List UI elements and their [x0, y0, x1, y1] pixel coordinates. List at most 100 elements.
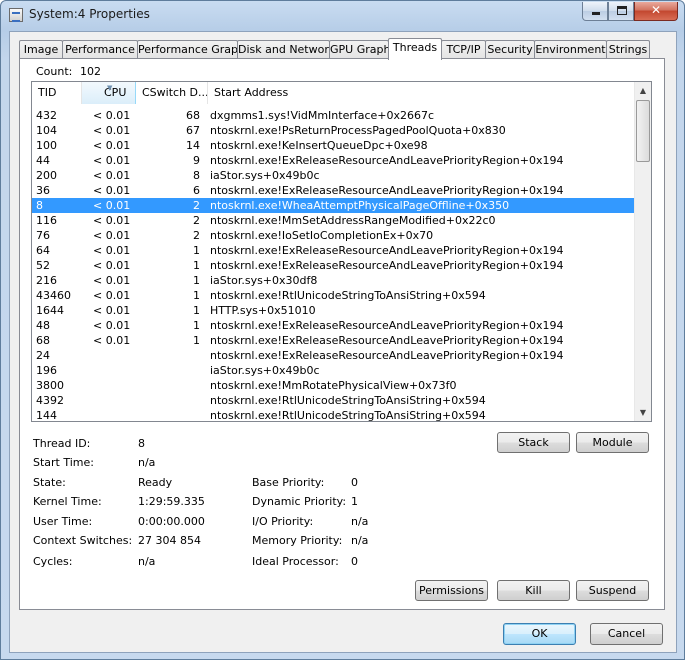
thread-row[interactable]: 432 < 0.01 68 dxgmms1.sys!VidMmInterface+0x… — [32, 108, 635, 123]
thread-start-address-cell: iaStor.sys+0x49b0c — [210, 364, 320, 377]
thread-tid-cell: 76 — [36, 229, 50, 242]
thread-tid-cell: 432 — [36, 109, 57, 122]
thread-id-label: Thread ID: — [33, 437, 91, 450]
count-value: 102 — [80, 65, 101, 78]
tab-performance[interactable]: Performance — [62, 40, 138, 59]
column-header-start-address[interactable]: Start Address — [208, 82, 635, 104]
close-button[interactable]: ✕ — [634, 2, 678, 21]
thread-id-value: 8 — [138, 437, 145, 450]
column-header-cswitch[interactable]: CSwitch D... — [136, 82, 208, 104]
thread-start-address-cell: ntoskrnl.exe!ExReleaseResourceAndLeavePr… — [210, 244, 564, 257]
thread-tid-cell: 116 — [36, 214, 57, 227]
thread-tid-cell: 8 — [36, 199, 43, 212]
thread-start-address-cell: ntoskrnl.exe!WheaAttemptPhysicalPageOffl… — [210, 199, 510, 212]
thread-tid-cell: 196 — [36, 364, 57, 377]
tab-environment[interactable]: Environment — [534, 40, 607, 59]
thread-row[interactable]: 100 < 0.01 14 ntoskrnl.exe!KeInsertQueueDpc… — [32, 138, 635, 153]
thread-row[interactable]: 48 < 0.01 1 ntoskrnl.exe!ExReleaseResourceA… — [32, 318, 635, 333]
thread-row[interactable]: 196 iaStor.sys+0x49b0c — [32, 363, 635, 378]
thread-tid-cell: 216 — [36, 274, 57, 287]
title-bar[interactable]: System:4 Properties ✕ — [1, 1, 684, 31]
thread-cswitch-cell: 1 — [193, 259, 200, 272]
thread-row[interactable]: 1644 < 0.01 1 HTTP.sys+0x51010 — [32, 303, 635, 318]
thread-row[interactable]: 8 < 0.01 2 ntoskrnl.exe!WheaAttemptPhysical… — [32, 198, 635, 213]
ideal-processor-value: 0 — [351, 555, 358, 568]
permissions-button[interactable]: Permissions — [415, 580, 488, 601]
thread-row[interactable]: 36 < 0.01 6 ntoskrnl.exe!ExReleaseResourceA… — [32, 183, 635, 198]
thread-start-address-cell: iaStor.sys+0x49b0c — [210, 169, 320, 182]
context-switches-label: Context Switches: — [33, 534, 133, 547]
stack-button[interactable]: Stack — [497, 432, 570, 453]
tab-disk-and-network[interactable]: Disk and Network — [237, 40, 335, 59]
thread-cswitch-cell: 1 — [193, 289, 200, 302]
properties-window: System:4 Properties ✕ Image Performance Pe… — [0, 0, 685, 660]
scroll-thumb[interactable] — [636, 100, 650, 162]
thread-cswitch-cell: 2 — [193, 214, 200, 227]
thread-row[interactable]: 24 ntoskrnl.exe!ExReleaseResourceAndLeave… — [32, 348, 635, 363]
vertical-scrollbar[interactable]: ▲ ▼ — [634, 82, 651, 421]
module-button[interactable]: Module — [576, 432, 649, 453]
ok-button[interactable]: OK — [503, 623, 576, 645]
thread-cswitch-cell: 1 — [193, 319, 200, 332]
tab-image[interactable]: Image — [19, 40, 63, 59]
thread-start-address-cell: ntoskrnl.exe!MmSetAddressRangeModified+0… — [210, 214, 496, 227]
thread-row[interactable]: 104 < 0.01 67 ntoskrnl.exe!PsReturnProcessP… — [32, 123, 635, 138]
thread-tid-cell: 4392 — [36, 394, 64, 407]
thread-row[interactable]: 68 < 0.01 1 ntoskrnl.exe!ExReleaseResourceA… — [32, 333, 635, 348]
thread-cswitch-cell: 6 — [193, 184, 200, 197]
thread-start-address-cell: ntoskrnl.exe!ExReleaseResourceAndLeavePr… — [210, 154, 564, 167]
thread-start-address-cell: ntoskrnl.exe!ExReleaseResourceAndLeavePr… — [210, 184, 564, 197]
thread-start-address-cell: ntoskrnl.exe!RtlUnicodeStringToAnsiStrin… — [210, 394, 486, 407]
window-title: System:4 Properties — [29, 7, 150, 21]
thread-tid-cell: 52 — [36, 259, 50, 272]
ideal-processor-label: Ideal Processor: — [252, 555, 339, 568]
state-label: State: — [33, 476, 66, 489]
close-icon: ✕ — [650, 3, 662, 17]
scroll-up-icon[interactable]: ▲ — [635, 82, 651, 99]
tab-strings[interactable]: Strings — [606, 40, 650, 59]
thread-cswitch-cell: 67 — [186, 124, 200, 137]
thread-cswitch-cell: 2 — [193, 199, 200, 212]
thread-start-address-cell: ntoskrnl.exe!IoSetIoCompletionEx+0x70 — [210, 229, 434, 242]
thread-row[interactable]: 43460 < 0.01 1 ntoskrnl.exe!RtlUnicodeStrin… — [32, 288, 635, 303]
minimize-button[interactable] — [582, 2, 608, 21]
thread-row[interactable]: 64 < 0.01 1 ntoskrnl.exe!ExReleaseResourceA… — [32, 243, 635, 258]
dynamic-priority-label: Dynamic Priority: — [252, 495, 347, 508]
thread-row[interactable]: 3800 ntoskrnl.exe!MmRotatePhysicalView+0x… — [32, 378, 635, 393]
maximize-button[interactable] — [608, 2, 634, 21]
thread-start-address-cell: ntoskrnl.exe!ExReleaseResourceAndLeavePr… — [210, 349, 564, 362]
thread-start-address-cell: ntoskrnl.exe!RtlUnicodeStringToAnsiStrin… — [210, 289, 486, 302]
thread-tid-cell: 64 — [36, 244, 50, 257]
thread-row[interactable]: 116 < 0.01 2 ntoskrnl.exe!MmSetAddressRange… — [32, 213, 635, 228]
dynamic-priority-value: 1 — [351, 495, 358, 508]
thread-start-address-cell: ntoskrnl.exe!RtlUnicodeStringToAnsiStrin… — [210, 409, 486, 422]
tab-gpu-graph[interactable]: GPU Graph — [329, 40, 390, 59]
thread-start-address-cell: dxgmms1.sys!VidMmInterface+0x2667c — [210, 109, 435, 122]
thread-start-address-cell: iaStor.sys+0x30df8 — [210, 274, 318, 287]
tab-tcp-ip[interactable]: TCP/IP — [441, 40, 486, 59]
minimize-icon — [592, 12, 600, 15]
thread-row[interactable]: 144 ntoskrnl.exe!RtlUnicodeStringToAnsiSt… — [32, 408, 635, 422]
tab-security[interactable]: Security — [485, 40, 535, 59]
scroll-down-icon[interactable]: ▼ — [635, 404, 651, 421]
thread-row[interactable]: 76 < 0.01 2 ntoskrnl.exe!IoSetIoCompletionE… — [32, 228, 635, 243]
thread-cswitch-cell: 2 — [193, 229, 200, 242]
thread-row[interactable]: 216 < 0.01 1 iaStor.sys+0x30df8 — [32, 273, 635, 288]
suspend-button[interactable]: Suspend — [576, 580, 649, 601]
column-header-cpu[interactable]: ▼ CPU — [82, 82, 136, 104]
threads-list[interactable]: TID ▼ CPU CSwitch D... Start Address 432… — [31, 81, 652, 422]
user-time-label: User Time: — [33, 515, 93, 528]
thread-start-address-cell: HTTP.sys+0x51010 — [210, 304, 316, 317]
thread-row[interactable]: 52 < 0.01 1 ntoskrnl.exe!ExReleaseResourceA… — [32, 258, 635, 273]
thread-row[interactable]: 4392 ntoskrnl.exe!RtlUnicodeStringToAnsiS… — [32, 393, 635, 408]
thread-row[interactable]: 44 < 0.01 9 ntoskrnl.exe!ExReleaseResourceA… — [32, 153, 635, 168]
tab-performance-graph[interactable]: Performance Graph — [137, 40, 245, 59]
tab-threads[interactable]: Threads — [388, 38, 442, 60]
start-time-label: Start Time: — [33, 456, 94, 469]
cancel-button[interactable]: Cancel — [590, 623, 663, 645]
thread-row[interactable]: 200 < 0.01 8 iaStor.sys+0x49b0c — [32, 168, 635, 183]
kill-button[interactable]: Kill — [497, 580, 570, 601]
column-header-tid[interactable]: TID — [32, 82, 82, 104]
list-rows: 432 < 0.01 68 dxgmms1.sys!VidMmInterface+0x… — [32, 108, 635, 422]
thread-tid-cell: 36 — [36, 184, 50, 197]
